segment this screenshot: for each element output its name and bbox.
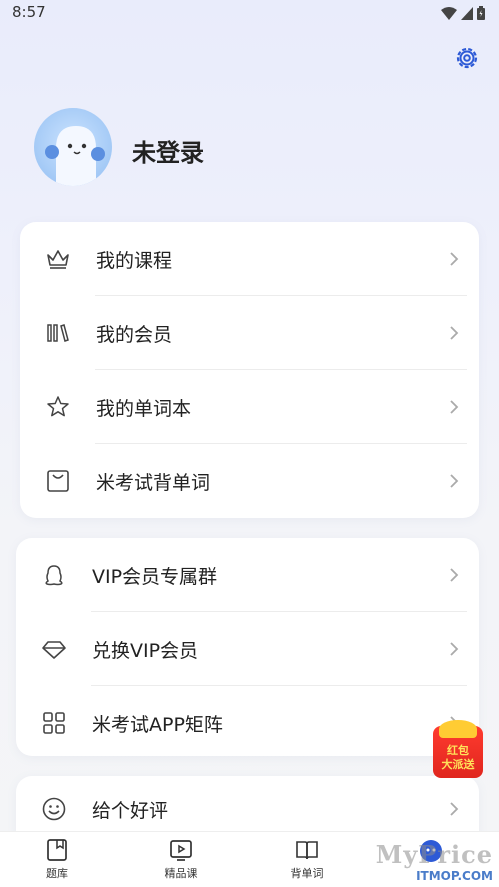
star-icon bbox=[47, 396, 69, 417]
menu-item-redeem-vip[interactable]: 兑换VIP会员 bbox=[16, 612, 479, 686]
smile-icon bbox=[42, 797, 66, 821]
menu-card-vip: VIP会员专属群 兑换VIP会员 米考试APP矩阵 bbox=[16, 538, 479, 756]
tab-label: 精品课 bbox=[164, 867, 198, 880]
status-time: 8:57 bbox=[12, 3, 46, 21]
chevron-right-icon bbox=[450, 326, 459, 340]
video-play-icon bbox=[170, 840, 192, 861]
settings-gear-icon[interactable] bbox=[453, 44, 481, 72]
menu-item-label: 给个好评 bbox=[92, 799, 169, 822]
menu-item-label: 兑换VIP会员 bbox=[92, 639, 199, 662]
menu-card-primary: 我的课程 我的会员 我的单词本 米考试背单词 bbox=[20, 222, 479, 518]
tab-vocabulary[interactable]: 背单词 bbox=[262, 838, 352, 881]
watermark: MyPrice ITMOP.COM bbox=[376, 840, 493, 883]
tab-premium-courses[interactable]: 精品课 bbox=[136, 838, 226, 881]
battery-icon bbox=[477, 6, 485, 20]
watermark-site: ITMOP.COM bbox=[416, 869, 493, 883]
open-book-icon bbox=[296, 841, 318, 860]
diamond-icon bbox=[42, 641, 66, 659]
chevron-right-icon bbox=[450, 802, 459, 816]
books-icon bbox=[47, 324, 69, 342]
menu-item-label: VIP会员专属群 bbox=[92, 565, 218, 588]
wifi-icon bbox=[441, 6, 457, 20]
bag-icon bbox=[47, 470, 69, 492]
tab-label: 背单词 bbox=[290, 867, 324, 880]
menu-item-label: 我的课程 bbox=[96, 249, 173, 272]
qq-icon bbox=[45, 565, 63, 586]
menu-item-my-membership[interactable]: 我的会员 bbox=[20, 296, 479, 370]
menu-item-my-courses[interactable]: 我的课程 bbox=[20, 222, 479, 296]
signal-icon bbox=[461, 6, 473, 20]
status-bar: 8:57 bbox=[0, 0, 499, 26]
chevron-right-icon bbox=[450, 568, 459, 582]
menu-item-app-matrix[interactable]: 米考试APP矩阵 bbox=[16, 686, 479, 760]
ghost-mascot-icon bbox=[45, 126, 105, 186]
status-icons bbox=[441, 6, 485, 20]
menu-card-feedback: 给个好评 bbox=[16, 776, 479, 836]
menu-item-vocab-app[interactable]: 米考试背单词 bbox=[20, 444, 479, 518]
bookmark-book-icon bbox=[47, 839, 67, 861]
menu-item-label: 米考试APP矩阵 bbox=[92, 713, 223, 736]
tab-question-bank[interactable]: 题库 bbox=[12, 838, 102, 881]
watermark-brand: MyPrice bbox=[375, 840, 493, 869]
red-packet-line1: 红包 bbox=[447, 744, 469, 757]
chevron-right-icon bbox=[450, 400, 459, 414]
login-status-label[interactable]: 未登录 bbox=[132, 133, 204, 168]
chevron-right-icon bbox=[450, 474, 459, 488]
chevron-right-icon bbox=[450, 642, 459, 656]
menu-item-label: 米考试背单词 bbox=[96, 471, 211, 494]
menu-item-vip-group[interactable]: VIP会员专属群 bbox=[16, 538, 479, 612]
menu-item-label: 我的会员 bbox=[96, 323, 173, 346]
avatar[interactable] bbox=[34, 108, 112, 186]
menu-item-word-book[interactable]: 我的单词本 bbox=[20, 370, 479, 444]
red-packet-button[interactable]: 红包 大派送 bbox=[433, 720, 483, 778]
menu-item-label: 我的单词本 bbox=[96, 397, 192, 420]
crown-icon bbox=[47, 250, 69, 269]
chevron-right-icon bbox=[450, 252, 459, 266]
grid-icon bbox=[43, 712, 65, 734]
red-packet-line2: 大派送 bbox=[441, 758, 475, 771]
tab-label: 题库 bbox=[46, 867, 68, 880]
